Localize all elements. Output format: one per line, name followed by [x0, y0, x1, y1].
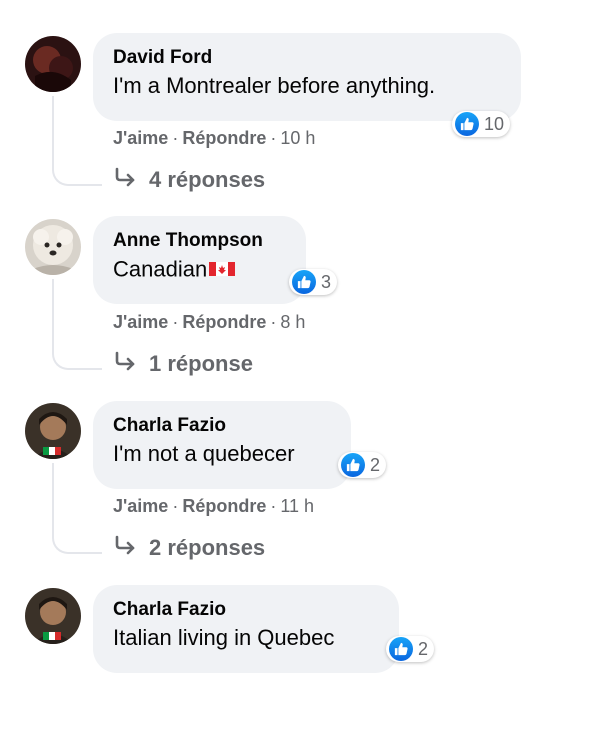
comment-timestamp[interactable]: 8 h	[280, 312, 305, 332]
replies-count-label: 4 réponses	[149, 167, 266, 192]
comment-timestamp[interactable]: 10 h	[280, 128, 315, 148]
reaction-badge[interactable]: 10	[452, 111, 511, 137]
reaction-count: 2	[418, 638, 429, 659]
reply-arrow-icon	[113, 167, 137, 193]
like-reaction-icon	[341, 453, 365, 477]
comment-bubble: Charla Fazio Italian living in Quebec	[93, 585, 399, 673]
comment-author[interactable]: Charla Fazio	[113, 415, 331, 437]
view-replies-link[interactable]: 4 réponses	[113, 167, 265, 193]
reaction-badge[interactable]: 3	[289, 269, 338, 295]
reaction-count: 2	[370, 454, 381, 475]
separator-dot: ·	[172, 496, 179, 516]
comment-bubble: Anne Thompson Canadian	[93, 216, 306, 304]
like-link[interactable]: J'aime	[113, 128, 168, 148]
comment-actions: J'aime · Répondre · 8 h	[113, 312, 305, 333]
like-reaction-icon	[455, 112, 479, 136]
separator-dot: ·	[270, 496, 277, 516]
comment-actions: J'aime · Répondre · 11 h	[113, 496, 314, 517]
reply-arrow-icon	[113, 351, 137, 377]
thread-connector	[52, 96, 102, 186]
reaction-badge[interactable]: 2	[386, 636, 435, 662]
comment-bubble: David Ford I'm a Montrealer before anyth…	[93, 33, 521, 121]
separator-dot: ·	[172, 312, 179, 332]
replies-count-label: 2 réponses	[149, 535, 266, 560]
comment-actions: J'aime · Répondre · 10 h	[113, 128, 315, 149]
comment-author[interactable]: Charla Fazio	[113, 599, 379, 621]
separator-dot: ·	[270, 128, 277, 148]
thread-connector	[52, 463, 102, 554]
like-reaction-icon	[389, 637, 413, 661]
comment-text: Italian living in Quebec	[113, 625, 335, 650]
comment-author[interactable]: Anne Thompson	[113, 230, 286, 252]
avatar[interactable]	[25, 36, 81, 92]
separator-dot: ·	[172, 128, 179, 148]
like-reaction-icon	[292, 270, 316, 294]
replies-count-label: 1 réponse	[149, 351, 253, 376]
reaction-count: 3	[321, 271, 332, 292]
reaction-badge[interactable]: 2	[338, 452, 387, 478]
comment-text: I'm a Montrealer before anything.	[113, 73, 436, 98]
reply-link[interactable]: Répondre	[182, 128, 266, 148]
comment-bubble: Charla Fazio I'm not a quebecer	[93, 401, 351, 489]
comment-timestamp[interactable]: 11 h	[280, 496, 314, 516]
reply-link[interactable]: Répondre	[182, 496, 266, 516]
avatar[interactable]	[25, 219, 81, 275]
reaction-count: 10	[484, 113, 505, 134]
comment-text: I'm not a quebecer	[113, 441, 295, 466]
view-replies-link[interactable]: 1 réponse	[113, 351, 253, 377]
like-link[interactable]: J'aime	[113, 496, 168, 516]
like-link[interactable]: J'aime	[113, 312, 168, 332]
thread-connector	[52, 279, 102, 370]
reply-link[interactable]: Répondre	[182, 312, 266, 332]
reply-arrow-icon	[113, 535, 137, 561]
separator-dot: ·	[270, 312, 277, 332]
avatar[interactable]	[25, 588, 81, 644]
comment-text: Canadian	[113, 256, 208, 282]
comment-author[interactable]: David Ford	[113, 47, 501, 69]
view-replies-link[interactable]: 2 réponses	[113, 535, 265, 561]
canada-flag-icon	[209, 256, 236, 282]
comment-text-line: Canadian	[113, 256, 286, 285]
avatar[interactable]	[25, 403, 81, 459]
